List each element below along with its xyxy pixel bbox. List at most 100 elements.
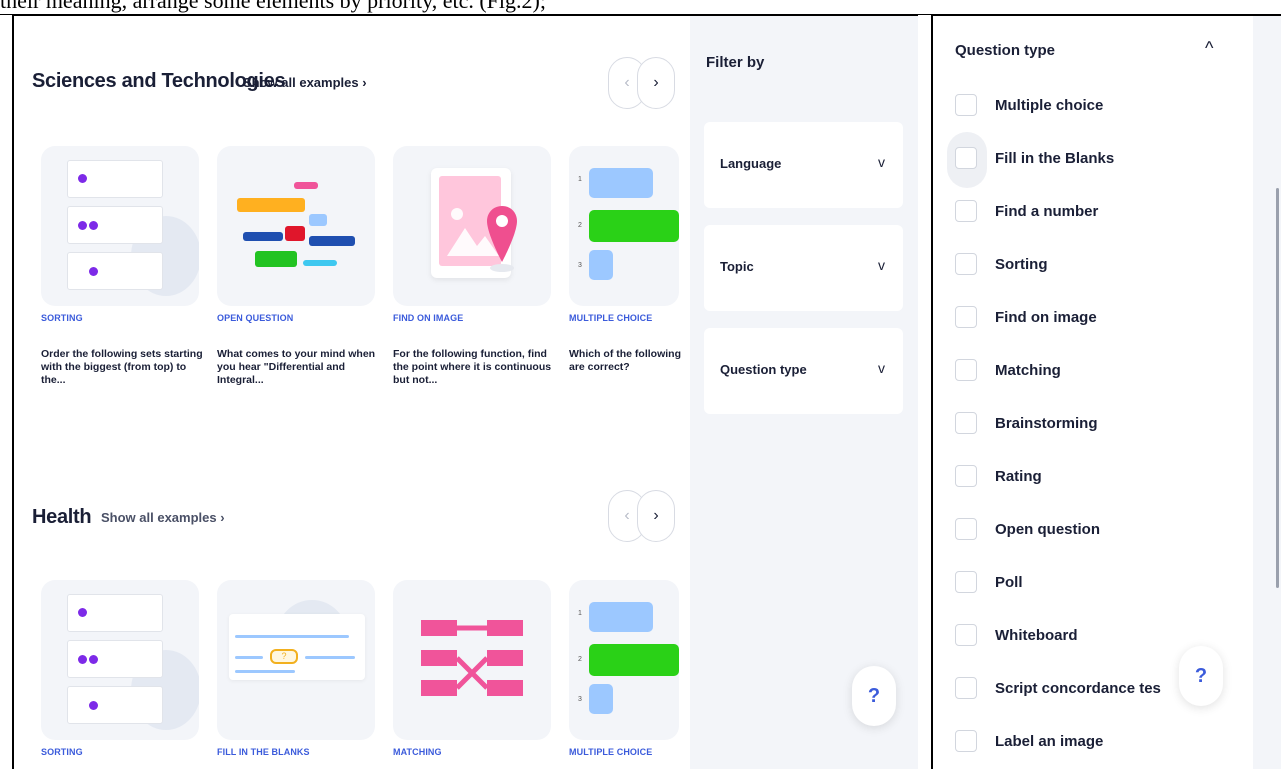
card-type-label: FILL IN THE BLANKS — [217, 747, 310, 757]
text-line — [235, 670, 295, 673]
question-type-option[interactable]: Matching — [955, 357, 1061, 383]
card-description: Order the following sets starting with t… — [41, 348, 203, 386]
example-card-multiple-choice[interactable]: 1 2 3 — [569, 146, 679, 306]
carousel-next-button[interactable]: › — [637, 57, 675, 109]
sorting-dot — [89, 267, 98, 276]
checkbox[interactable] — [955, 571, 977, 593]
card-bar — [309, 214, 327, 226]
example-card-find-on-image[interactable] — [393, 146, 551, 306]
question-type-option[interactable]: Find on image — [955, 304, 1097, 330]
sorting-row — [67, 686, 163, 724]
filter-title: Filter by — [706, 54, 765, 71]
example-card-fill-in-the-blanks[interactable]: ? — [217, 580, 375, 740]
checkbox[interactable] — [955, 624, 977, 646]
card-bar — [309, 236, 355, 246]
question-type-option[interactable]: Script concordance tes — [955, 675, 1161, 701]
examples-screen: Sciences and Technologies Show all examp… — [12, 14, 918, 769]
document-text: their meaning, arrange some elements by … — [0, 0, 546, 13]
card-type-label: MATCHING — [393, 747, 442, 757]
filter-topic-dropdown[interactable]: Topic v — [704, 225, 903, 311]
checkbox[interactable] — [955, 412, 977, 434]
chevron-down-icon: v — [878, 360, 885, 376]
sorting-dot — [89, 221, 98, 230]
question-type-option[interactable]: Label an image — [955, 728, 1103, 754]
question-mark-icon: ? — [867, 684, 881, 707]
help-button[interactable]: ? — [1179, 646, 1223, 706]
option-bar — [589, 644, 679, 676]
checkbox[interactable] — [955, 677, 977, 699]
question-type-screen: Question type ^ Multiple choice Fill in … — [931, 14, 1281, 769]
chevron-right-icon: › — [653, 74, 659, 91]
question-type-option[interactable]: Fill in the Blanks — [955, 145, 1114, 171]
checkbox[interactable] — [955, 306, 977, 328]
option-number: 3 — [578, 262, 582, 269]
option-bar — [589, 602, 653, 632]
checkbox[interactable] — [955, 730, 977, 752]
card-bar — [243, 232, 283, 241]
card-description: What comes to your mind when you hear "D… — [217, 348, 376, 386]
card-type-label: FIND ON IMAGE — [393, 313, 464, 323]
option-number: 2 — [578, 656, 582, 663]
option-bar — [589, 684, 613, 714]
show-all-examples-link[interactable]: Show all examples › — [243, 75, 367, 90]
card-type-label: OPEN QUESTION — [217, 313, 294, 323]
checkbox[interactable] — [955, 518, 977, 540]
example-card-sorting[interactable] — [41, 580, 199, 740]
filter-label: Language — [720, 156, 782, 171]
checkbox[interactable] — [955, 200, 977, 222]
example-card-multiple-choice[interactable]: 1 2 3 — [569, 580, 679, 740]
question-type-option[interactable]: Brainstorming — [955, 410, 1098, 436]
text-line — [235, 656, 263, 659]
card-bar — [285, 226, 305, 241]
location-pin-icon — [487, 206, 517, 272]
filter-panel: Filter by Language v Topic v Question ty… — [690, 16, 918, 769]
checkbox[interactable] — [955, 465, 977, 487]
option-number: 2 — [578, 222, 582, 229]
question-type-option[interactable]: Multiple choice — [955, 92, 1103, 118]
chevron-up-icon[interactable]: ^ — [1205, 38, 1213, 59]
option-number: 1 — [578, 610, 582, 617]
question-type-option[interactable]: Poll — [955, 569, 1023, 595]
card-bar — [294, 182, 318, 189]
sorting-row — [67, 252, 163, 290]
help-button[interactable]: ? — [852, 666, 896, 726]
question-type-option[interactable]: Open question — [955, 516, 1100, 542]
checkbox[interactable] — [955, 94, 977, 116]
option-bar — [589, 210, 679, 242]
question-type-option[interactable]: Rating — [955, 463, 1042, 489]
question-type-header: Question type — [955, 42, 1056, 59]
card-type-label: SORTING — [41, 313, 83, 323]
card-type-label: MULTIPLE CHOICE — [569, 313, 653, 323]
sorting-dot — [89, 701, 98, 710]
example-card-sorting[interactable] — [41, 146, 199, 306]
sorting-dot — [78, 221, 87, 230]
section-title-health: Health — [32, 506, 92, 528]
sorting-dot — [89, 655, 98, 664]
carousel-next-button[interactable]: › — [637, 490, 675, 542]
card-type-label: SORTING — [41, 747, 83, 757]
card-bar — [303, 260, 337, 266]
text-line — [305, 656, 355, 659]
card-description: For the following function, find the poi… — [393, 348, 552, 386]
filter-question-type-dropdown[interactable]: Question type v — [704, 328, 903, 414]
show-all-examples-link[interactable]: Show all examples › — [101, 510, 225, 525]
card-description: Which of the following are correct? — [569, 348, 681, 373]
sorting-dot — [78, 655, 87, 664]
checkbox[interactable] — [955, 147, 977, 169]
checkbox[interactable] — [955, 253, 977, 275]
filter-language-dropdown[interactable]: Language v — [704, 122, 903, 208]
card-bar — [255, 251, 297, 267]
blank-field-icon: ? — [270, 649, 298, 664]
chevron-left-icon: ‹ — [624, 507, 630, 524]
option-number: 1 — [578, 176, 582, 183]
question-type-option[interactable]: Sorting — [955, 251, 1048, 277]
example-card-matching[interactable] — [393, 580, 551, 740]
scrollbar-thumb[interactable] — [1276, 188, 1279, 588]
question-type-option[interactable]: Find a number — [955, 198, 1098, 224]
chevron-left-icon: ‹ — [624, 74, 630, 91]
chevron-right-icon: › — [653, 507, 659, 524]
question-type-option[interactable]: Whiteboard — [955, 622, 1078, 648]
checkbox[interactable] — [955, 359, 977, 381]
example-card-open-question[interactable] — [217, 146, 375, 306]
filter-label: Question type — [720, 362, 807, 377]
